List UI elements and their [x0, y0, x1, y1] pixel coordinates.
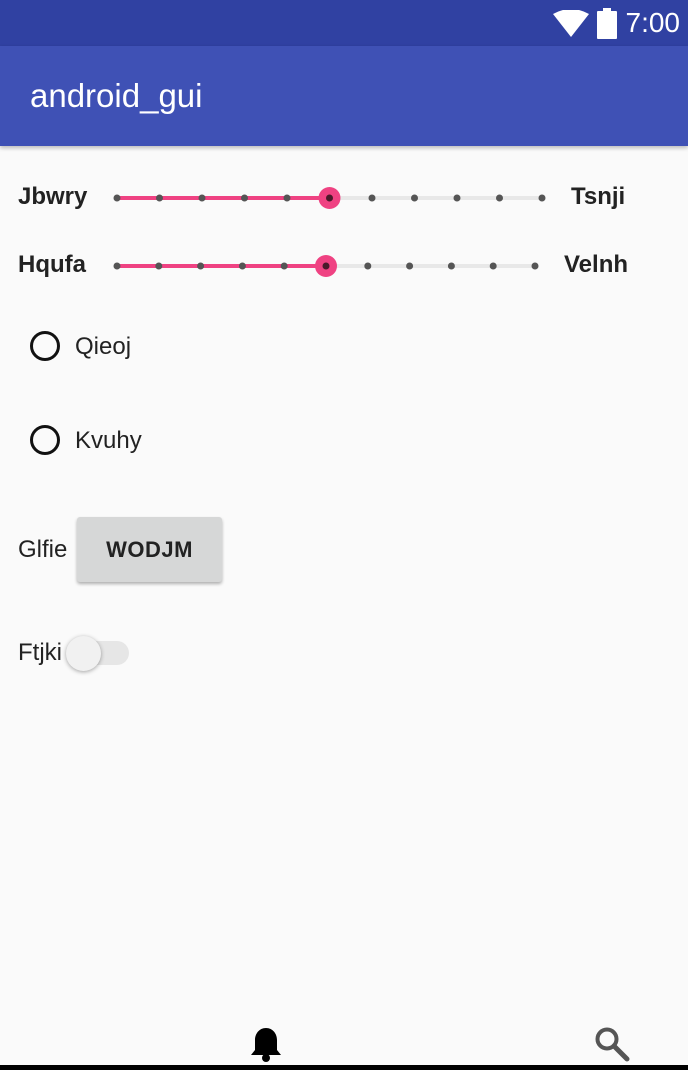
search-icon[interactable] [594, 1026, 630, 1062]
app-title: android_gui [30, 77, 203, 114]
slider-1-tick [411, 194, 418, 202]
wodjm-button[interactable]: WODJM [77, 517, 222, 582]
radio-qieoj-label[interactable]: Qieoj [75, 333, 131, 361]
slider-2[interactable] [110, 251, 550, 281]
slider-1-tick [156, 194, 163, 202]
slider-1-tick [496, 194, 503, 202]
slider-2-tick [197, 262, 205, 270]
switch-thumb[interactable] [66, 636, 101, 671]
slider-2-thumb-dot [322, 262, 330, 270]
slider-2-tick [406, 262, 414, 270]
slider-2-tick [531, 262, 539, 270]
radio-kvuhy-label[interactable]: Kvuhy [75, 427, 142, 455]
navigation-bar [0, 1065, 688, 1070]
radio-kvuhy[interactable] [30, 425, 60, 455]
slider-2-tick [489, 262, 497, 270]
slider-1-tick [241, 194, 248, 202]
button-row-label: Glfie [18, 536, 68, 563]
slider-2-tick [280, 262, 288, 270]
slider-1-tick [283, 194, 291, 202]
slider-1-tick [113, 194, 121, 202]
slider-2-left-label: Hqufa [18, 251, 86, 278]
slider-2-tick [364, 262, 372, 270]
radio-qieoj[interactable] [30, 331, 60, 361]
slider-1[interactable] [110, 183, 550, 213]
slider-1-tick [453, 194, 461, 202]
status-time: 7:00 [625, 7, 681, 38]
slider-2-right-label: Velnh [564, 251, 629, 278]
slider-1-right-label: Tsnji [571, 183, 626, 210]
slider-1-tick [538, 194, 546, 202]
bell-icon[interactable] [249, 1026, 283, 1064]
app-bar: android_gui [0, 46, 688, 146]
slider-2-tick [238, 262, 246, 270]
slider-1-tick [368, 194, 376, 202]
battery-icon [597, 8, 617, 39]
slider-1-tick [198, 194, 206, 202]
switch-row-label: Ftjki [18, 639, 62, 666]
wifi-icon [553, 10, 589, 37]
status-bar: 7:00 [0, 0, 688, 46]
slider-2-tick [447, 262, 455, 270]
slider-2-tick [113, 262, 121, 270]
slider-2-tick [155, 262, 163, 270]
slider-1-thumb-dot [326, 194, 333, 202]
slider-1-left-label: Jbwry [18, 183, 88, 210]
